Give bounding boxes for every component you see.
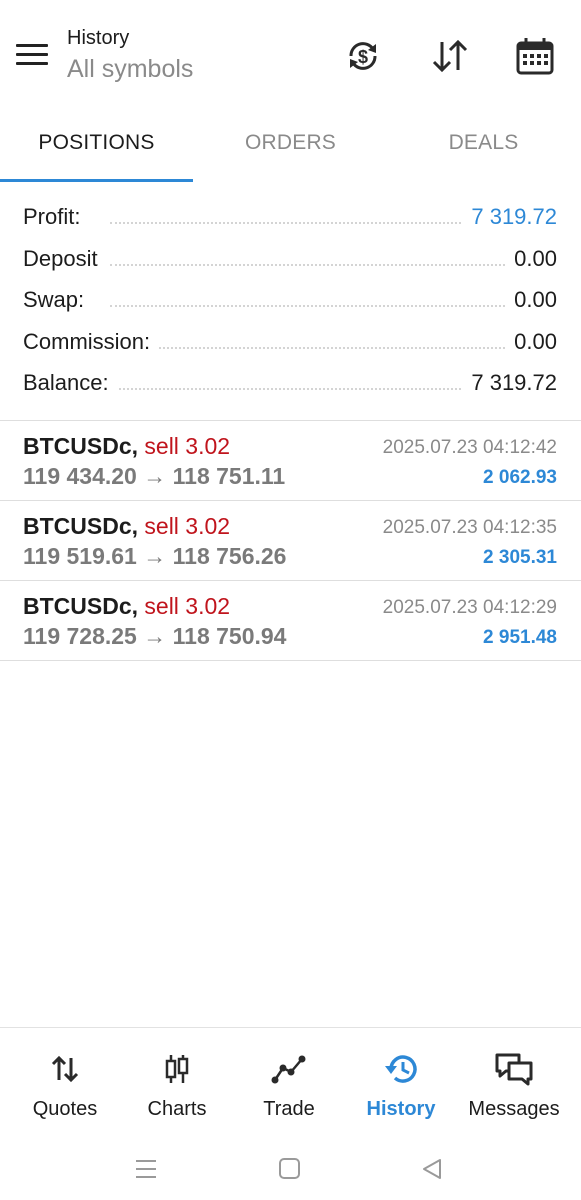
position-symbol: BTCUSDc, [23,513,139,539]
summary-row-swap: Swap: 0.00 [0,279,581,321]
nav-trade[interactable]: Trade [231,1028,347,1138]
messages-icon [456,1052,572,1086]
summary-panel: Profit: 7 319.72 Deposit 0.00 Swap: 0.00… [0,196,581,404]
summary-row-balance: Balance: 7 319.72 [0,362,581,404]
position-row[interactable]: BTCUSDc, sell 3.02 119 519.61 → 118 756.… [0,501,581,581]
position-symbol: BTCUSDc, [23,593,139,619]
nav-label: Messages [468,1098,560,1120]
dotted-leader [110,305,541,307]
system-navigation-bar [0,1137,581,1200]
summary-value: 0.00 [506,328,557,355]
page-title: History [67,27,130,49]
position-row[interactable]: BTCUSDc, sell 3.02 119 728.25 → 118 750.… [0,581,581,661]
nav-label: Trade [263,1098,315,1120]
history-tabs: POSITIONS ORDERS DEALS [0,110,581,182]
position-title: BTCUSDc, sell 3.02 [23,433,230,460]
trade-icon [231,1052,347,1086]
nav-messages[interactable]: Messages [456,1028,572,1138]
position-side: sell 3.02 [144,593,231,619]
active-tab-indicator [0,179,193,182]
position-prices: 119 728.25 → 118 750.94 [23,623,287,649]
position-profit: 2 062.93 [483,467,557,488]
nav-label: Quotes [32,1098,98,1120]
back-icon[interactable] [418,1157,448,1181]
app-header: History All symbols $ [0,0,581,110]
history-icon [343,1052,459,1086]
summary-value: 0.00 [506,245,557,272]
position-profit: 2 951.48 [483,627,557,648]
summary-label: Profit: [23,204,89,230]
dotted-leader [110,346,541,349]
position-side: sell 3.02 [144,433,231,459]
nav-quotes[interactable]: Quotes [7,1028,123,1138]
divider [0,660,581,661]
position-title: BTCUSDc, sell 3.02 [23,513,230,540]
position-time: 2025.07.23 04:12:29 [382,597,557,618]
nav-history[interactable]: History [343,1028,459,1138]
summary-label: Swap: [23,287,93,313]
bottom-navigation: Quotes Charts Trade History Messages [0,1027,581,1138]
quotes-icon [7,1052,123,1086]
sort-icon[interactable] [430,36,470,76]
position-prices: 119 519.61 → 118 756.26 [23,543,287,569]
summary-label: Deposit [23,245,106,272]
position-time: 2025.07.23 04:12:35 [382,517,557,538]
nav-label: History [366,1098,436,1120]
summary-row-profit: Profit: 7 319.72 [0,196,581,238]
summary-label: Commission: [23,328,159,355]
summary-value: 0.00 [506,287,557,313]
nav-label: Charts [147,1098,207,1120]
tab-positions[interactable]: POSITIONS [0,110,193,182]
summary-row-commission: Commission: 0.00 [0,321,581,363]
svg-text:$: $ [358,47,368,67]
tab-orders[interactable]: ORDERS [194,110,387,182]
nav-charts[interactable]: Charts [119,1028,235,1138]
dotted-leader [110,263,541,266]
summary-value: 7 319.72 [463,370,557,396]
tab-deals[interactable]: DEALS [387,110,580,182]
candlestick-icon [119,1052,235,1086]
position-prices: 119 434.20 → 118 751.11 [23,463,286,489]
position-title: BTCUSDc, sell 3.02 [23,593,230,620]
title-block: History All symbols [67,26,193,84]
position-time: 2025.07.23 04:12:42 [382,437,557,458]
position-symbol: BTCUSDc, [23,433,139,459]
position-side: sell 3.02 [144,513,231,539]
menu-icon[interactable] [16,42,48,68]
summary-label: Balance: [23,370,117,396]
currency-exchange-icon[interactable]: $ [343,36,383,76]
position-profit: 2 305.31 [483,547,557,568]
summary-value: 7 319.72 [463,204,557,230]
home-icon[interactable] [275,1157,305,1181]
symbol-filter-label[interactable]: All symbols [67,54,193,84]
position-row[interactable]: BTCUSDc, sell 3.02 119 434.20 → 118 751.… [0,421,581,501]
recent-apps-icon[interactable] [131,1157,161,1181]
summary-row-deposit: Deposit 0.00 [0,238,581,280]
calendar-icon[interactable] [515,36,555,76]
